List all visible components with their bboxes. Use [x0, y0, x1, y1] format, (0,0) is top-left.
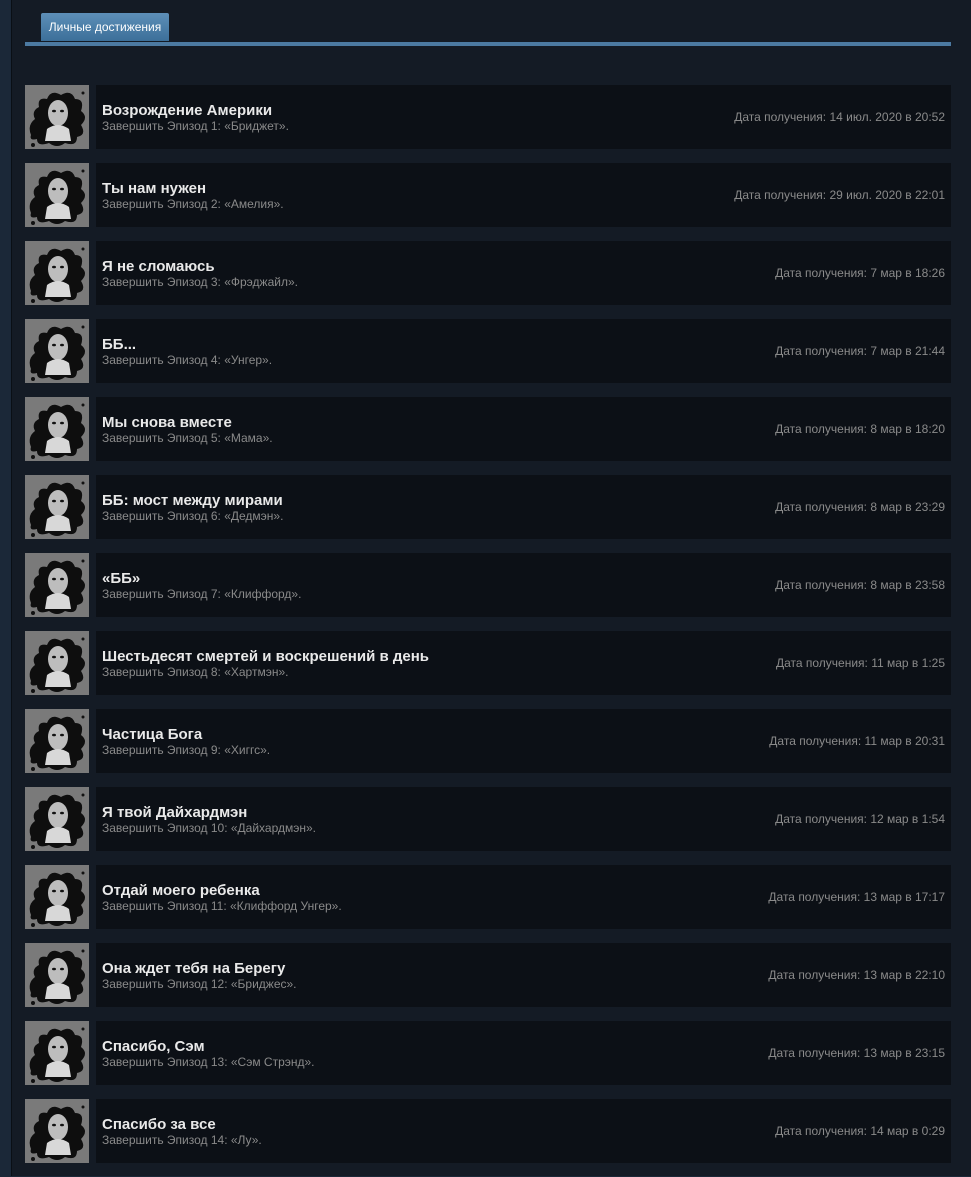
heartman-portrait-icon [25, 631, 89, 695]
lou-portrait-icon [25, 1099, 89, 1163]
sam-portrait-icon [25, 1021, 89, 1085]
achievement-description: Завершить Эпизод 3: «Фрэджайл». [102, 275, 298, 289]
achievement-description: Завершить Эпизод 11: «Клиффорд Унгер». [102, 899, 342, 913]
achievement-row[interactable]: ББ... Завершить Эпизод 4: «Унгер». Дата по… [25, 319, 951, 383]
achievement-body: Частица Бога Завершить Эпизод 9: «Хиггс».… [96, 709, 951, 773]
achievement-unlock-date: Дата получения: 11 мар в 20:31 [769, 734, 945, 748]
achievement-row[interactable]: Частица Бога Завершить Эпизод 9: «Хиггс».… [25, 709, 951, 773]
fragile-portrait-icon [25, 241, 89, 305]
diehardman-portrait-icon [25, 787, 89, 851]
achievement-description: Завершить Эпизод 1: «Бриджет». [102, 119, 289, 133]
achievement-row[interactable]: Спасибо, Сэм Завершить Эпизод 13: «Сэм Ст… [25, 1021, 951, 1085]
achievement-row[interactable]: Мы снова вместе Завершить Эпизод 5: «Мама… [25, 397, 951, 461]
achievement-description: Завершить Эпизод 9: «Хиггс». [102, 743, 271, 757]
achievement-unlock-date: Дата получения: 14 июл. 2020 в 20:52 [734, 110, 945, 124]
tab-bar: Личные достижения [25, 0, 951, 46]
achievement-body: Спасибо за все Завершить Эпизод 14: «Лу».… [96, 1099, 951, 1163]
achievement-row[interactable]: ББ: мост между мирами Завершить Эпизод 6:… [25, 475, 951, 539]
tab-underline [25, 42, 951, 46]
achievement-row[interactable]: Я не сломаюсь Завершить Эпизод 3: «Фрэджа… [25, 241, 951, 305]
achievement-description: Завершить Эпизод 5: «Мама». [102, 431, 273, 445]
achievement-unlock-date: Дата получения: 13 мар в 17:17 [768, 890, 945, 904]
achievement-row[interactable]: Шестьдесят смертей и воскрешений в день З… [25, 631, 951, 695]
bb-pod-icon [25, 553, 89, 617]
achievement-description: Завершить Эпизод 12: «Бриджес». [102, 977, 297, 991]
achievement-body: Я не сломаюсь Завершить Эпизод 3: «Фрэджа… [96, 241, 951, 305]
achievement-description: Завершить Эпизод 6: «Дедмэн». [102, 509, 284, 523]
achievement-row[interactable]: Я твой Дайхардмэн Завершить Эпизод 10: «Д… [25, 787, 951, 851]
achievement-title: «ББ» [102, 570, 141, 587]
achievement-description: Завершить Эпизод 14: «Лу». [102, 1133, 262, 1147]
tab-personal-achievements[interactable]: Личные достижения [41, 13, 169, 41]
achievement-body: ББ: мост между мирами Завершить Эпизод 6:… [96, 475, 951, 539]
achievement-title: Шестьдесят смертей и воскрешений в день [102, 648, 430, 665]
achievement-unlock-date: Дата получения: 8 мар в 18:20 [775, 422, 945, 436]
higgs-portrait-icon [25, 709, 89, 773]
achievement-description: Завершить Эпизод 4: «Унгер». [102, 353, 273, 367]
achievement-body: Мы снова вместе Завершить Эпизод 5: «Мама… [96, 397, 951, 461]
achievement-title: Спасибо, Сэм [102, 1038, 205, 1055]
bridget-portrait-icon [25, 85, 89, 149]
amelie-portrait-icon [25, 163, 89, 227]
achievement-description: Завершить Эпизод 7: «Клиффорд». [102, 587, 302, 601]
achievement-body: Я твой Дайхардмэн Завершить Эпизод 10: «Д… [96, 787, 951, 851]
deadman-portrait-icon [25, 475, 89, 539]
achievement-row[interactable]: Она ждет тебя на Берегу Завершить Эпизод … [25, 943, 951, 1007]
achievement-body: Отдай моего ребенка Завершить Эпизод 11: … [96, 865, 951, 929]
achievement-description: Завершить Эпизод 2: «Амелия». [102, 197, 284, 211]
cliff-portrait-icon [25, 865, 89, 929]
achievement-body: ББ... Завершить Эпизод 4: «Унгер». Дата по… [96, 319, 951, 383]
achievement-unlock-date: Дата получения: 14 мар в 0:29 [775, 1124, 945, 1138]
achievement-title: Она ждет тебя на Берегу [102, 960, 286, 977]
achievement-body: Шестьдесят смертей и воскрешений в день З… [96, 631, 951, 695]
achievement-description: Завершить Эпизод 8: «Хартмэн». [102, 665, 289, 679]
achievement-row[interactable]: Отдай моего ребенка Завершить Эпизод 11: … [25, 865, 951, 929]
achievement-body: Возрождение Америки Завершить Эпизод 1: «… [96, 85, 951, 149]
unger-portrait-icon [25, 319, 89, 383]
mama-portrait-icon [25, 397, 89, 461]
achievement-description: Завершить Эпизод 10: «Дайхардмэн». [102, 821, 317, 835]
achievements-list: Возрождение Америки Завершить Эпизод 1: «… [25, 85, 951, 1177]
achievement-title: Частица Бога [102, 726, 203, 743]
achievement-body: Ты нам нужен Завершить Эпизод 2: «Амелия»… [96, 163, 951, 227]
achievement-unlock-date: Дата получения: 8 мар в 23:29 [775, 500, 945, 514]
achievement-row[interactable]: Ты нам нужен Завершить Эпизод 2: «Амелия»… [25, 163, 951, 227]
bridges-logo-icon [25, 943, 89, 1007]
achievement-unlock-date: Дата получения: 13 мар в 23:15 [768, 1046, 945, 1060]
achievement-title: ББ... [102, 336, 137, 353]
achievement-description: Завершить Эпизод 13: «Сэм Стрэнд». [102, 1055, 315, 1069]
achievements-panel: Личные достижения Возрождение Америки Зав… [11, 0, 971, 1176]
achievement-title: Отдай моего ребенка [102, 882, 260, 899]
achievement-unlock-date: Дата получения: 29 июл. 2020 в 22:01 [734, 188, 945, 202]
achievement-title: Я не сломаюсь [102, 258, 215, 275]
achievement-unlock-date: Дата получения: 13 мар в 22:10 [768, 968, 945, 982]
achievement-title: Возрождение Америки [102, 102, 273, 119]
achievement-unlock-date: Дата получения: 7 мар в 21:44 [775, 344, 945, 358]
achievement-body: Она ждет тебя на Берегу Завершить Эпизод … [96, 943, 951, 1007]
achievement-unlock-date: Дата получения: 8 мар в 23:58 [775, 578, 945, 592]
achievement-title: ББ: мост между мирами [102, 492, 283, 509]
achievement-unlock-date: Дата получения: 11 мар в 1:25 [775, 656, 945, 670]
achievement-title: Мы снова вместе [102, 414, 232, 431]
achievement-row[interactable]: «ББ» Завершить Эпизод 7: «Клиффорд». Дата … [25, 553, 951, 617]
achievement-title: Спасибо за все [102, 1116, 216, 1133]
achievement-unlock-date: Дата получения: 12 мар в 1:54 [775, 812, 945, 826]
achievement-row[interactable]: Спасибо за все Завершить Эпизод 14: «Лу».… [25, 1099, 951, 1163]
achievement-unlock-date: Дата получения: 7 мар в 18:26 [775, 266, 945, 280]
achievement-title: Ты нам нужен [102, 180, 207, 197]
achievement-body: Спасибо, Сэм Завершить Эпизод 13: «Сэм Ст… [96, 1021, 951, 1085]
achievement-title: Я твой Дайхардмэн [102, 804, 248, 821]
achievement-body: «ББ» Завершить Эпизод 7: «Клиффорд». Дата … [96, 553, 951, 617]
achievement-row[interactable]: Возрождение Америки Завершить Эпизод 1: «… [25, 85, 951, 149]
